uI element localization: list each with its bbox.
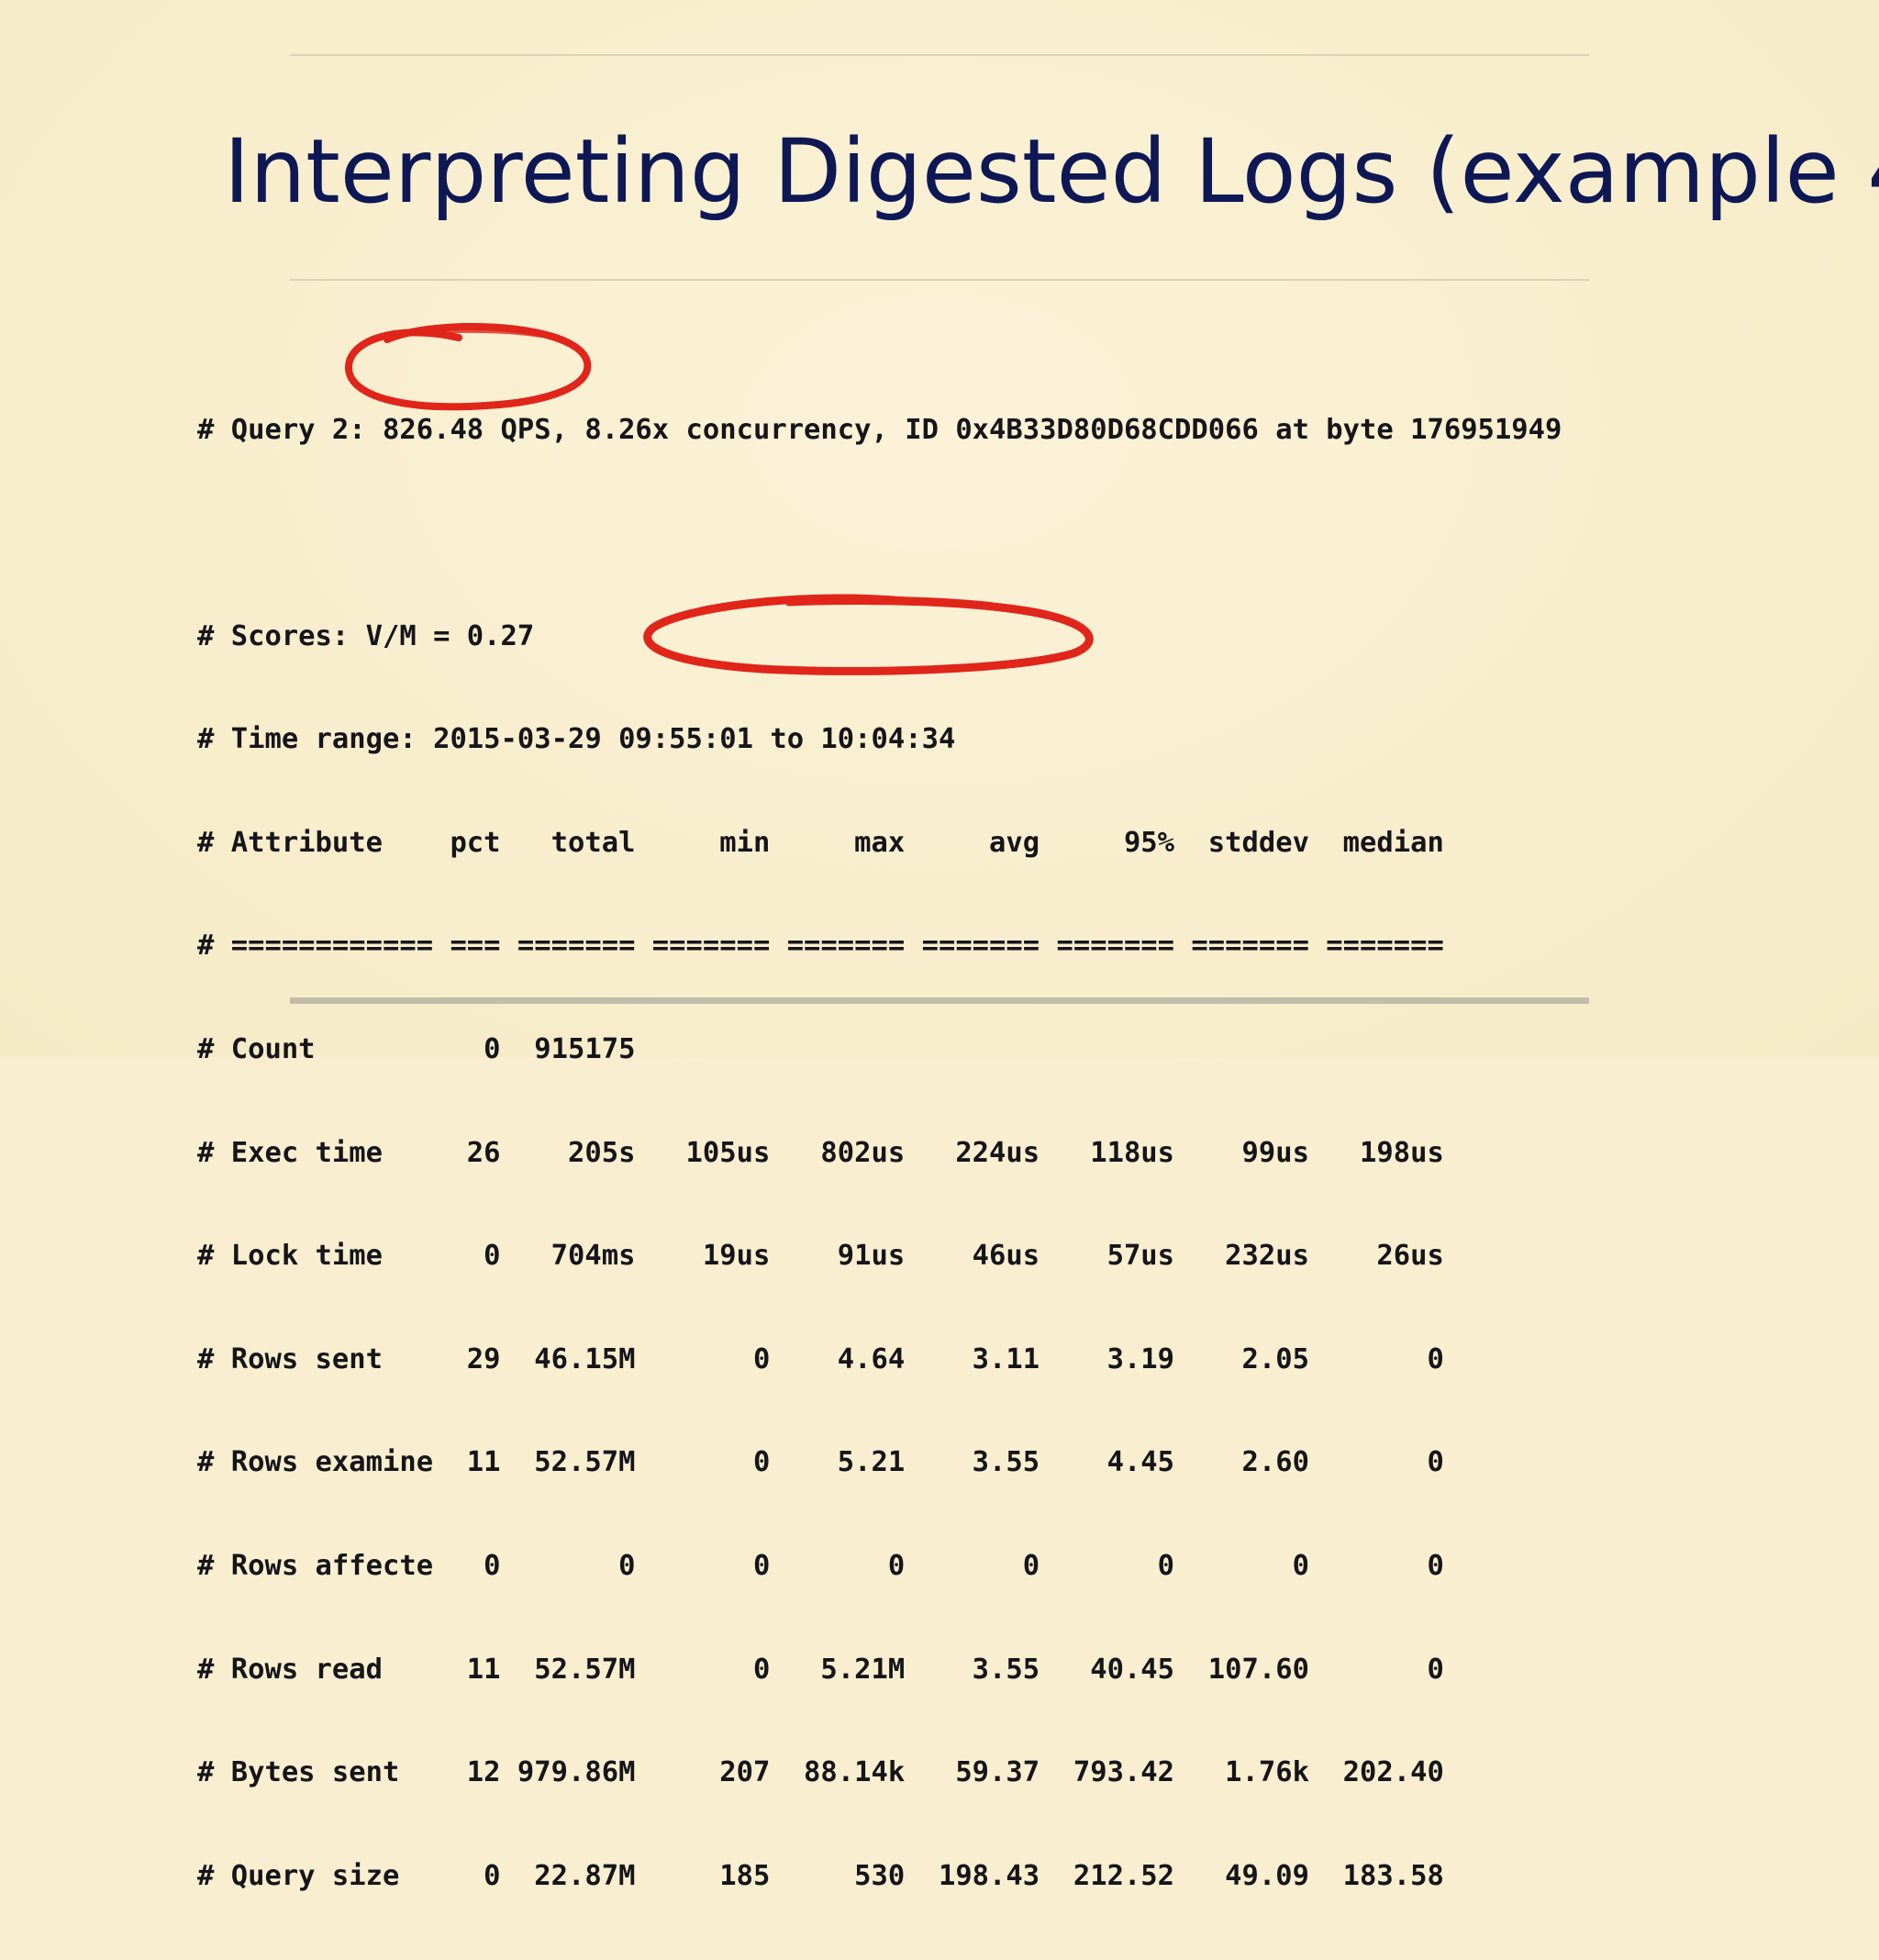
log-line-bytes-sent: # Bytes sent 12 979.86M 207 88.14k 59.37… <box>197 1756 1444 1789</box>
log-line-rows-read: # Rows read 11 52.57M 0 5.21M 3.55 40.45… <box>197 1653 1444 1686</box>
log-line-blank <box>197 515 1562 553</box>
slide-title: Interpreting Digested Logs (example 4) <box>224 120 1879 223</box>
log-line-exec-time: # Exec time 26 205s 105us 802us 224us 11… <box>197 1136 1444 1169</box>
log-line-rows-examine: # Rows examine 11 52.57M 0 5.21 3.55 4.4… <box>197 1446 1444 1479</box>
slide: Interpreting Digested Logs (example 4) #… <box>0 0 1879 1892</box>
title-divider <box>290 279 1589 281</box>
log-line-count: # Count 0 915175 <box>197 1032 636 1065</box>
log-line-lock-time: # Lock time 0 704ms 19us 91us 46us 57us … <box>197 1240 1444 1273</box>
log-line-column-headers: # Attribute pct total min max avg 95% st… <box>197 826 1444 859</box>
log-line-rows-affecte: # Rows affecte 0 0 0 0 0 0 0 0 <box>197 1549 1444 1582</box>
top-divider <box>290 54 1589 56</box>
log-line-scores: # Scores: V/M = 0.27 <box>197 619 535 652</box>
log-line-rows-sent: # Rows sent 29 46.15M 0 4.64 3.11 3.19 2… <box>197 1342 1444 1375</box>
log-line-separator: # ============ === ======= ======= =====… <box>197 930 1444 963</box>
log-line-query-size: # Query size 0 22.87M 185 530 198.43 212… <box>197 1859 1444 1892</box>
bottom-divider <box>290 997 1589 1004</box>
query-digest-log: # Query 2: 826.48 QPS, 8.26x concurrency… <box>197 347 1562 1960</box>
log-line-query-header: # Query 2: 826.48 QPS, 8.26x concurrency… <box>197 414 1562 446</box>
log-line-time-range: # Time range: 2015-03-29 09:55:01 to 10:… <box>197 723 956 756</box>
